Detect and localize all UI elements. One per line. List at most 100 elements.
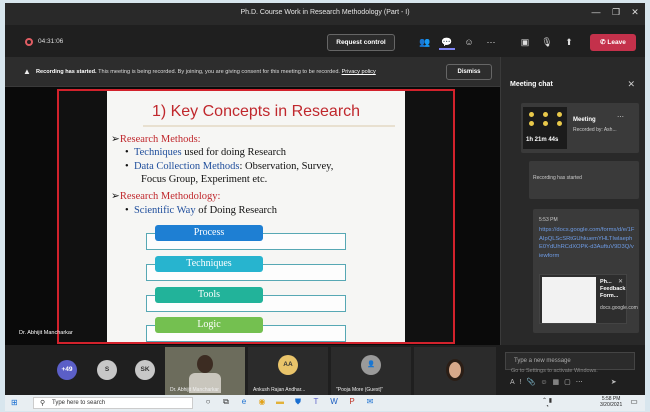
slide-bullet-2: • Data Collection Methods: Observation, … [125,161,334,172]
store-icon[interactable]: ⛊ [291,397,305,407]
sticker-icon[interactable]: ▢ [564,379,576,386]
send-icon[interactable]: ➤ [611,379,622,386]
participants-icon[interactable]: 👥 [417,34,433,50]
participant-s-avatar[interactable]: S [97,360,117,380]
recording-banner: ▲ Recording has started. This meeting is… [5,57,500,87]
leave-button[interactable]: ✆ Leave [590,34,636,51]
slide-heading-methods: ➢Research Methods: [111,134,201,145]
chrome-icon[interactable]: ◉ [255,397,269,406]
teams-taskbar-icon[interactable]: T [309,397,323,406]
search-icon: ⚲ [40,400,46,407]
overflow-participants[interactable]: +49 [57,360,77,380]
privacy-policy-link[interactable]: Privacy policy [342,69,376,75]
clock-date: 3/20/2021 [600,402,623,408]
presenter-face [197,355,213,373]
request-control-button[interactable]: Request control [327,34,395,51]
presenter-name-label: Dr. Abhijit Mancharkar [19,330,73,336]
file-explorer-icon[interactable]: ▬ [273,397,287,406]
teams-window: Ph.D. Course Work in Research Methodolog… [5,3,645,411]
tile-name-pooja: "Pooja More (Guest)" [336,387,384,393]
search-placeholder: Type here to search [52,400,106,406]
heading-methods-text: Research Methods: [119,134,201,145]
banner-title: Recording has started. [36,69,97,75]
slide-bullet-1: • Techniques used for doing Research [125,147,286,158]
tile-name-ankush: Ankush Rajan Andhar... [253,387,306,393]
bullet-3-key: Scientific Way [133,205,196,216]
maximize-icon[interactable]: ❐ [608,7,624,18]
minimize-icon[interactable]: — [588,7,604,17]
close-icon[interactable]: ✕ [627,7,643,18]
task-view-icon[interactable]: ⧉ [219,397,233,407]
recorded-by: Recorded by: Ash... [573,127,617,133]
feedback-form-link[interactable]: https://docs.google.com/forms/d/e/1FAIpQ… [539,226,635,260]
meeting-chat-panel: Meeting chat ✕ 1h 21m 44s Meeting Record… [500,57,645,345]
video-tile-presenter[interactable]: Dr. Abhijit Mancharkar [165,347,245,395]
notifications-icon[interactable]: ▭ [627,397,641,406]
recording-icon [25,38,33,46]
meeting-timer: 04:31:06 [38,38,64,45]
female-avatar-photo [446,359,464,381]
taskbar-search[interactable]: ⚲ Type here to search [33,397,193,409]
title-bar: Ph.D. Course Work in Research Methodolog… [5,3,645,25]
process-box: Process [155,225,263,241]
shared-screen-stage: 1) Key Concepts in Research ➢Research Me… [5,87,500,345]
preview-site: docs.google.com [600,305,638,311]
card-more-icon[interactable]: ⋯ [617,113,624,121]
video-tile-pooja[interactable]: 👤 "Pooja More (Guest)" [331,347,411,395]
slide-title: 1) Key Concepts in Research [151,103,361,120]
windows-taskbar: ⊞ ⚲ Type here to search ○ ⧉ e ◉ ▬ ⛊ T W … [5,395,645,411]
tile-name-presenter: Dr. Abhijit Mancharkar [170,387,219,393]
banner-text: This meeting is being recorded. By joini… [98,69,340,75]
important-icon[interactable]: ! [520,379,527,386]
format-icon[interactable]: A [510,379,520,386]
system-tray-icons[interactable]: ⌃ ▮ ◔ [540,397,554,410]
word-icon[interactable]: W [327,397,341,406]
chat-icon[interactable]: 💬 [439,34,455,50]
preview-close-icon[interactable]: ✕ [618,278,623,285]
shared-content: 1) Key Concepts in Research ➢Research Me… [57,89,455,344]
guest-avatar-icon: 👤 [361,355,381,375]
banner-message: Recording has started. This meeting is b… [36,69,376,75]
attach-icon[interactable]: 📎 [527,379,541,386]
window-title: Ph.D. Course Work in Research Methodolog… [240,9,410,16]
emoji-icon[interactable]: ☺ [540,379,552,386]
powerpoint-icon[interactable]: P [345,397,359,406]
heading-methodology-text: Research Methodology: [119,191,221,202]
slide-bullet-3: • Scientific Way of Doing Research [125,205,277,216]
link-preview[interactable]: Ph... Feedback Form... docs.google.com ✕ [539,274,638,324]
more-options-icon[interactable]: ⋯ [483,34,499,50]
cortana-icon[interactable]: ○ [201,397,215,406]
mic-off-icon[interactable]: 🎙 [539,34,555,50]
dismiss-button[interactable]: Dismiss [446,64,492,80]
slide-heading-methodology: ➢Research Methodology: [111,191,221,202]
participant-sk-avatar[interactable]: SK [135,360,155,380]
bullet-2-key: Data Collection Methods [133,161,240,172]
meeting-label: Meeting [573,117,596,123]
video-tile-ankush[interactable]: AA Ankush Rajan Andhar... [248,347,328,395]
recording-duration: 1h 21m 44s [526,137,559,143]
bullet-1-key: Techniques [133,147,182,158]
participant-aa-avatar: AA [278,355,298,375]
more-actions-icon[interactable]: ⋯ [576,379,588,386]
meeting-toolbar: 04:31:06 Request control 👥 💬 ☺ ⋯ ▣ 🎙 ⬆ ✆… [5,25,645,57]
camera-off-icon[interactable]: ▣ [517,34,533,50]
gif-icon[interactable]: ▦ [553,379,565,386]
logic-box: Logic [155,317,263,333]
windows-start-icon[interactable]: ⊞ [11,398,18,407]
bullet-3-rest: of Doing Research [198,205,277,216]
mail-icon[interactable]: ✉ [363,397,377,406]
video-tile-female[interactable] [414,347,496,395]
message-time: 5:53 PM [539,217,558,223]
bullet-2-rest: : Observation, Survey, [239,161,334,172]
compose-actions: A!📎☺▦▢⋯ ➤ [510,378,622,386]
warning-icon: ▲ [23,67,31,76]
taskbar-clock[interactable]: 5:58 PM 3/20/2021 [600,396,622,408]
reactions-icon[interactable]: ☺ [461,34,477,50]
bullet-1-rest: used for doing Research [184,147,286,158]
share-tray-icon[interactable]: ⬆ [561,34,577,50]
close-chat-icon[interactable]: ✕ [627,79,635,90]
participants-strip: +49 S SK Dr. Abhijit Mancharkar AA Ankus… [5,345,645,395]
chat-title: Meeting chat [510,81,553,88]
edge-icon[interactable]: e [237,397,251,406]
leave-label: Leave [607,39,626,46]
